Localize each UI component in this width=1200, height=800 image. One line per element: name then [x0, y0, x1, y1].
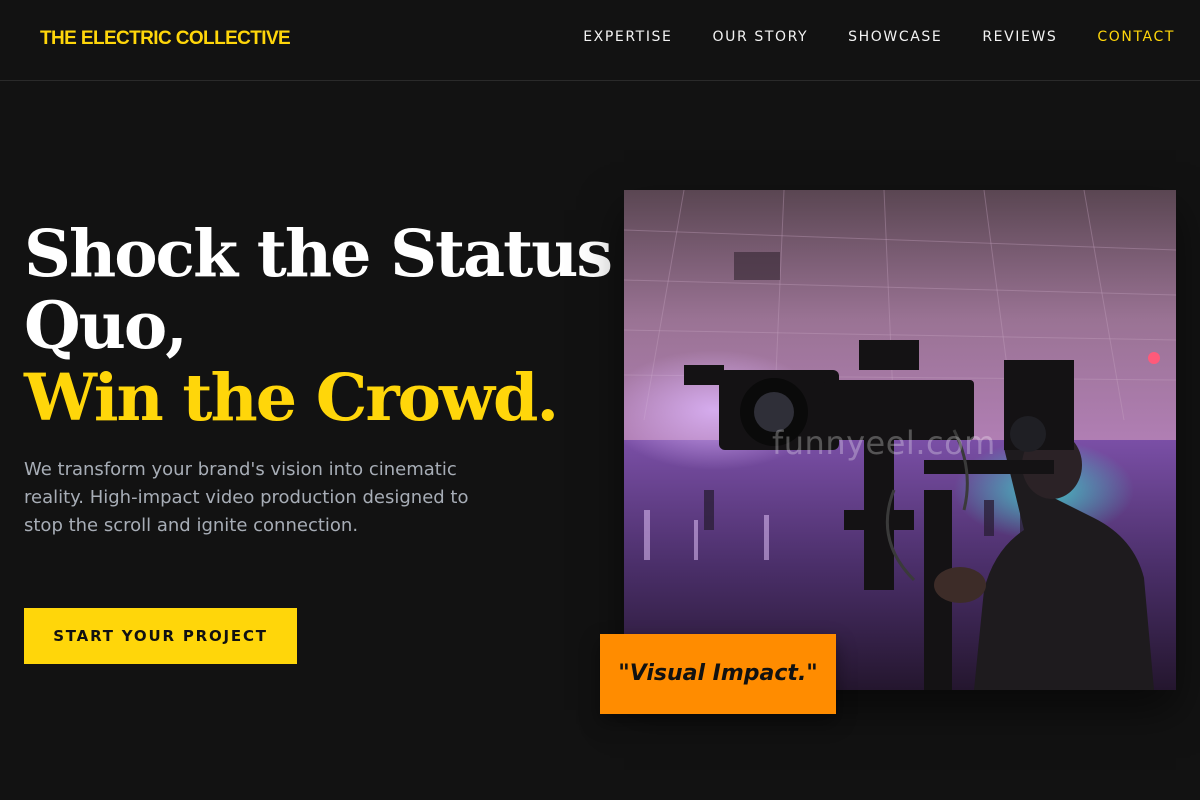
hero-headline: Shock the Status Quo, Win the Crowd. [24, 216, 613, 436]
nav-link-showcase[interactable]: SHOWCASE [848, 29, 942, 45]
nav-link-reviews[interactable]: REVIEWS [982, 29, 1057, 45]
nav-link-our-story[interactable]: OUR STORY [712, 29, 808, 45]
nav-link-expertise[interactable]: EXPERTISE [583, 29, 672, 45]
main-nav: EXPERTISE OUR STORY SHOWCASE REVIEWS CON… [583, 29, 1175, 45]
headline-line-1: Shock the Status [24, 216, 613, 292]
site-header: THE ELECTRIC COLLECTIVE EXPERTISE OUR ST… [0, 0, 1200, 81]
visual-impact-badge: "Visual Impact." [600, 634, 836, 714]
start-project-button[interactable]: START YOUR PROJECT [24, 608, 297, 664]
headline-line-2: Quo, [24, 288, 188, 364]
watermark-text: funnyeel.com [772, 424, 996, 462]
headline-highlight: Win the Crowd. [24, 360, 559, 436]
nav-link-contact[interactable]: CONTACT [1097, 29, 1175, 45]
hero-image: funnyeel.com [624, 190, 1176, 690]
brand-logo[interactable]: THE ELECTRIC COLLECTIVE [40, 28, 291, 50]
hero-description: We transform your brand's vision into ci… [24, 459, 469, 536]
